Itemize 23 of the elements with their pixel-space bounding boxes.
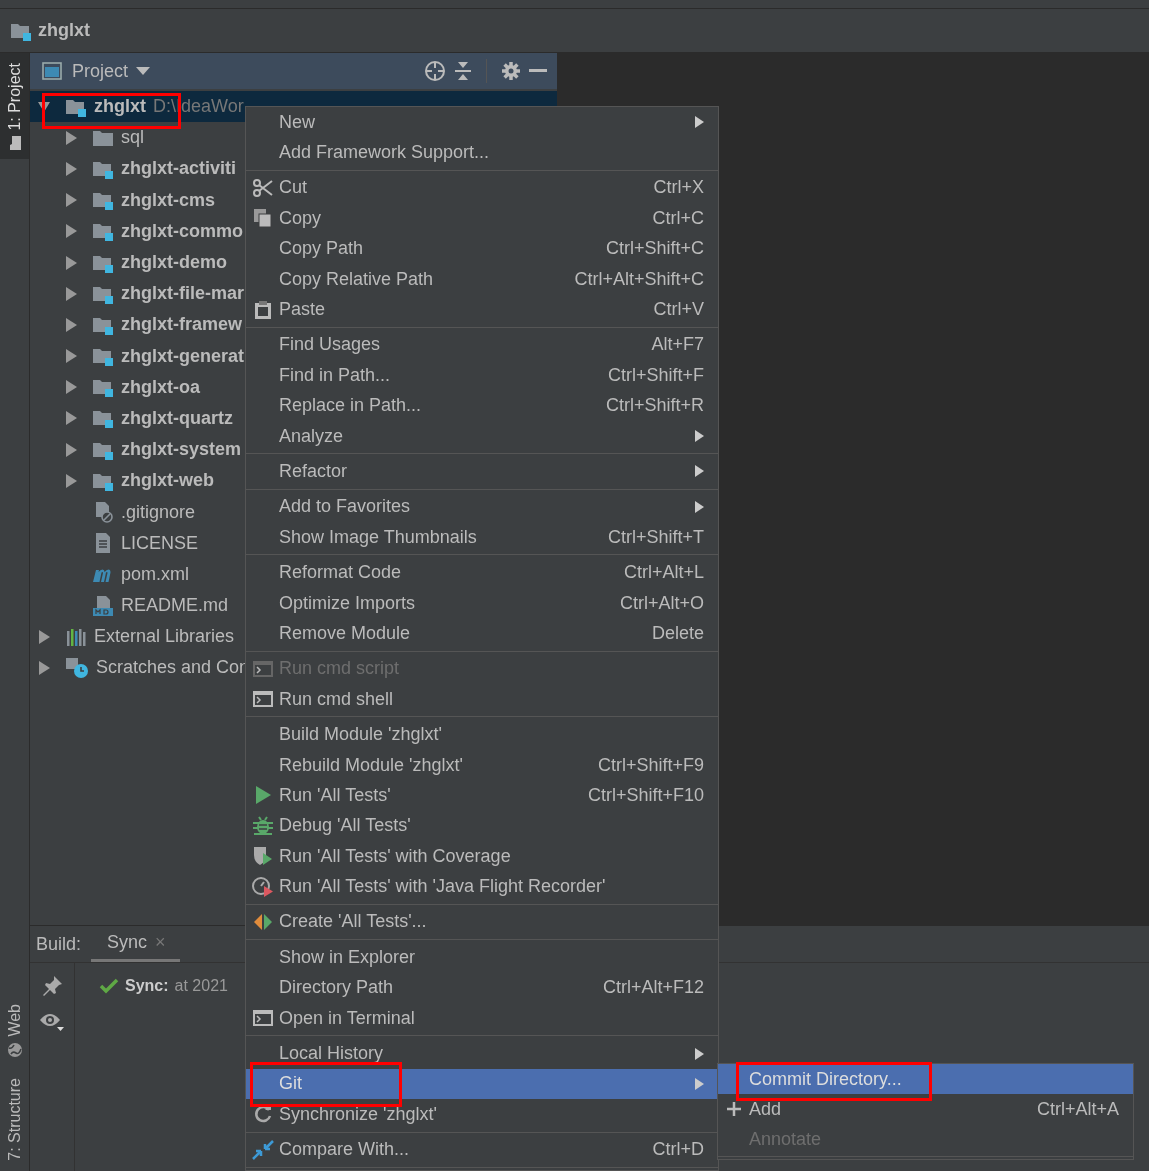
status-text: at 2021 [174,977,228,995]
tree-item-label: zhglxt-cms [121,189,216,211]
tree-item-label: pom.xml [121,563,189,585]
tree-item-label: zhglxt-framew [121,314,243,336]
tree-item-label: README.md [121,595,228,617]
tab-label: Sync [107,932,148,953]
tree-item-label: zhglxt-oa [121,376,200,398]
tree-item-label: zhglxt-activiti [121,158,236,180]
window-title: zhglxt [38,20,90,41]
tree-item-label: sql [121,127,144,149]
tree-item-label: zhglxt-demo [121,252,227,274]
tree-item-label: zhglxt-generat [121,345,244,367]
tree-item-label: zhglxt-system [121,439,242,461]
status-title: Sync: [125,977,169,995]
tree-item-label: zhglxt-web [121,470,214,492]
tree-item-label: External Libraries [94,626,235,648]
tree-item-label: zhglxt-file-mar [121,283,244,305]
tree-item-label: zhglxt-quartz [121,407,233,429]
tree-item-label: zhglxt [94,96,146,118]
tree-item-label: .gitignore [121,501,196,523]
panel-label: Build: [36,933,82,955]
tree-item-label: LICENSE [121,532,199,554]
tree-item-label: zhglxt-commo [121,220,243,242]
